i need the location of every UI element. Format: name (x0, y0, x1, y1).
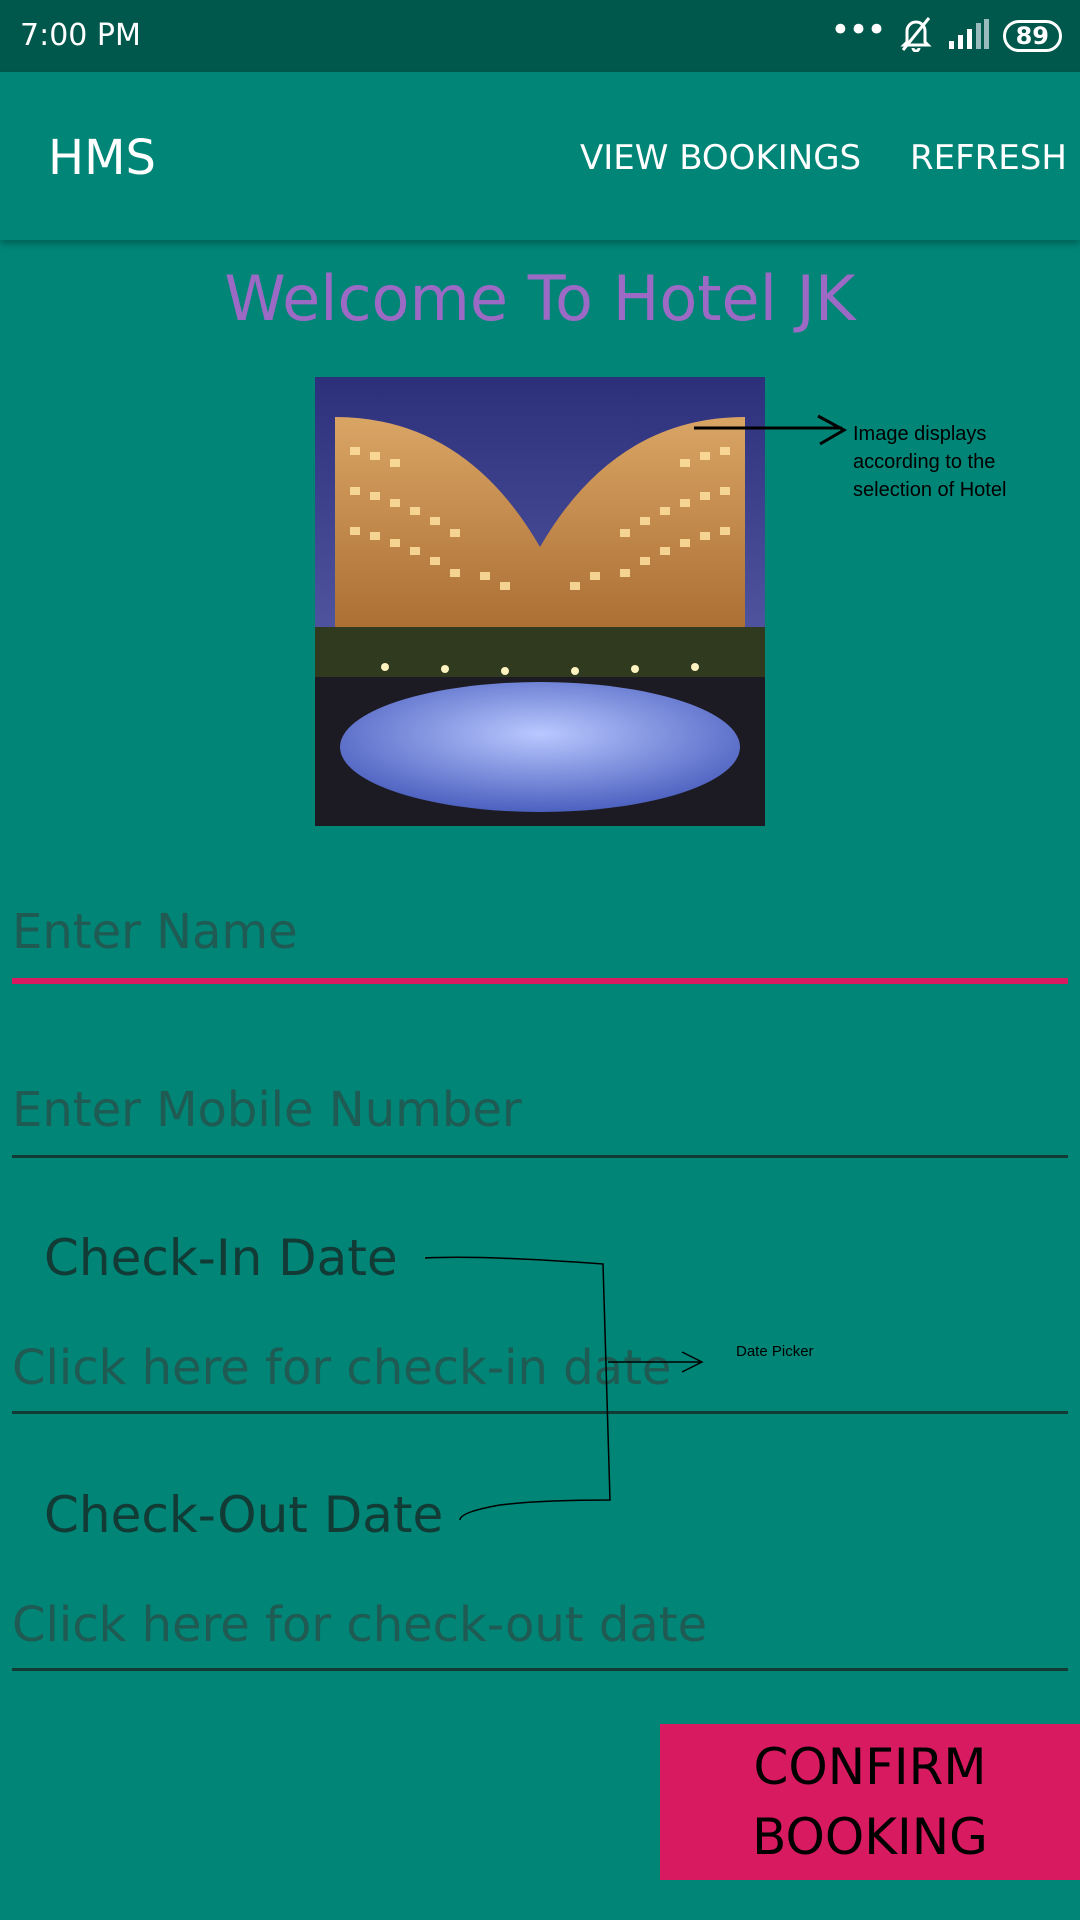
mobile-input[interactable] (12, 1082, 1068, 1138)
confirm-booking-label: CONFIRM BOOKING (752, 1738, 988, 1866)
status-bar: 7:00 PM ••• 89 (0, 0, 1080, 72)
status-icons: ••• 89 (830, 10, 1062, 58)
bell-off-icon (899, 16, 933, 56)
signal-icon (947, 19, 989, 53)
app-title: HMS (48, 130, 156, 186)
more-dots-icon: ••• (830, 10, 886, 50)
battery-icon: 89 (1002, 20, 1062, 52)
app-bar: HMS VIEW BOOKINGS REFRESH (0, 72, 1080, 240)
status-time: 7:00 PM (20, 18, 141, 53)
image-annotation-arrow (694, 414, 848, 446)
welcome-heading: Welcome To Hotel JK (224, 262, 856, 335)
checkout-underline (12, 1668, 1068, 1671)
checkout-input[interactable] (12, 1597, 1068, 1653)
name-input[interactable] (12, 904, 1068, 960)
mobile-underline (12, 1155, 1068, 1158)
checkin-label: Check-In Date (44, 1229, 398, 1287)
mobile-field-wrapper (12, 1082, 1068, 1138)
confirm-booking-button[interactable]: CONFIRM BOOKING (660, 1724, 1080, 1880)
checkout-field-wrapper (12, 1597, 1068, 1653)
name-field-wrapper (12, 904, 1068, 960)
date-picker-annotation: Date Picker (736, 1343, 814, 1360)
date-picker-bracket (424, 1256, 704, 1521)
name-underline (12, 978, 1068, 984)
view-bookings-button[interactable]: VIEW BOOKINGS (580, 138, 861, 178)
image-annotation: Image displays according to the selectio… (853, 423, 1007, 501)
refresh-button[interactable]: REFRESH (910, 138, 1067, 178)
checkout-label: Check-Out Date (44, 1486, 444, 1544)
